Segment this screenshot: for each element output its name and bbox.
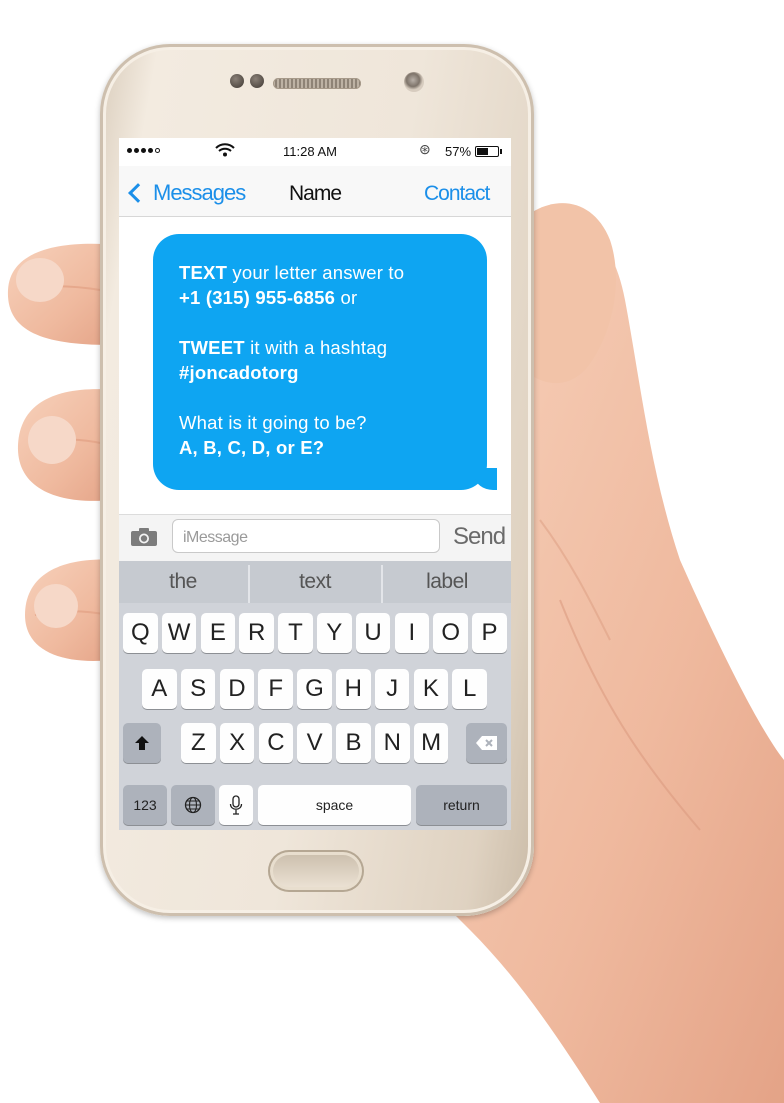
conversation-title: Name [289,182,342,205]
back-label: Messages [153,180,246,205]
camera-icon[interactable] [130,527,158,547]
microphone-key[interactable] [219,785,253,825]
back-to-messages-button[interactable]: Messages [127,180,246,206]
wifi-icon [215,143,235,157]
delete-key[interactable] [466,723,507,763]
send-button[interactable]: Send [453,523,506,551]
shift-key[interactable] [123,723,161,763]
key-o[interactable]: O [433,613,468,653]
battery-percent: 57% [445,144,472,159]
key-j[interactable]: J [374,669,410,709]
sensor-dot [250,74,264,88]
message-hashtag: #joncadotorg [179,362,299,383]
composer-bar: iMessage Send [119,514,511,561]
globe-icon [184,796,202,814]
suggestion-item[interactable]: the [119,561,247,603]
message-bold-text: TWEET [179,337,245,358]
key-w[interactable]: W [161,613,197,653]
chevron-left-icon [128,183,148,203]
key-h[interactable]: H [336,669,371,709]
key-f[interactable]: F [258,669,293,709]
message-phone-number: +1 (315) 955-6856 [179,287,336,308]
message-bubble: TEXT your letter answer to +1 (315) 955-… [153,234,509,490]
key-u[interactable]: U [355,613,391,653]
status-time: 11:28 AM [283,144,337,159]
contact-button[interactable]: Contact [424,182,490,206]
key-y[interactable]: Y [317,613,352,653]
key-t[interactable]: T [278,613,313,653]
key-e[interactable]: E [200,613,236,653]
key-q[interactable]: Q [123,613,158,653]
key-g[interactable]: G [297,669,332,709]
message-question: What is it going to be? [179,412,367,433]
key-s[interactable]: S [180,669,216,709]
earpiece-speaker [273,78,361,89]
phone-screen: 11:28 AM ⊛ 57% Messages Name Contact TEX… [119,138,511,830]
globe-key[interactable] [171,785,215,825]
suggestion-item[interactable]: label [383,561,511,603]
signal-dots-icon [127,148,160,153]
message-text-span: your letter answer to [227,262,405,283]
key-z[interactable]: Z [181,723,216,763]
return-key[interactable]: return [416,785,507,825]
message-text-span: it with a hashtag [244,337,388,358]
key-n[interactable]: N [375,723,410,763]
key-i[interactable]: I [394,613,430,653]
message-text-span: or [335,287,358,308]
key-m[interactable]: M [413,723,449,763]
space-key[interactable]: space [258,785,411,825]
shift-arrow-icon [135,736,149,750]
key-p[interactable]: P [472,613,507,653]
message-options: A, B, C, D, or E? [179,437,325,458]
key-c[interactable]: C [258,723,294,763]
backspace-icon [475,736,497,750]
imessage-input[interactable]: iMessage [172,519,440,553]
sensor-dot [230,74,244,88]
status-bar: 11:28 AM ⊛ 57% [119,138,511,166]
microphone-icon [229,795,243,815]
message-bold-text: TEXT [179,262,228,283]
suggestion-bar: the text label [119,561,511,603]
key-x[interactable]: X [219,723,255,763]
battery-icon [475,146,502,157]
keyboard: the text label QWERTYUIOP ASDFGHJKL ZXCV… [119,561,511,830]
key-d[interactable]: D [219,669,255,709]
suggestion-item[interactable]: text [250,561,380,603]
imessage-placeholder: iMessage [183,529,248,546]
key-v[interactable]: V [297,723,332,763]
navigation-bar: Messages Name Contact [119,166,511,217]
key-k[interactable]: K [413,669,449,709]
message-text: TEXT your letter answer to +1 (315) 955-… [179,260,404,460]
home-button[interactable] [268,850,364,892]
bluetooth-icon: ⊛ [419,141,431,157]
key-a[interactable]: A [142,669,177,709]
key-l[interactable]: L [452,669,487,709]
key-r[interactable]: R [239,613,274,653]
front-camera [404,72,424,92]
key-b[interactable]: B [336,723,371,763]
numbers-key[interactable]: 123 [123,785,167,825]
